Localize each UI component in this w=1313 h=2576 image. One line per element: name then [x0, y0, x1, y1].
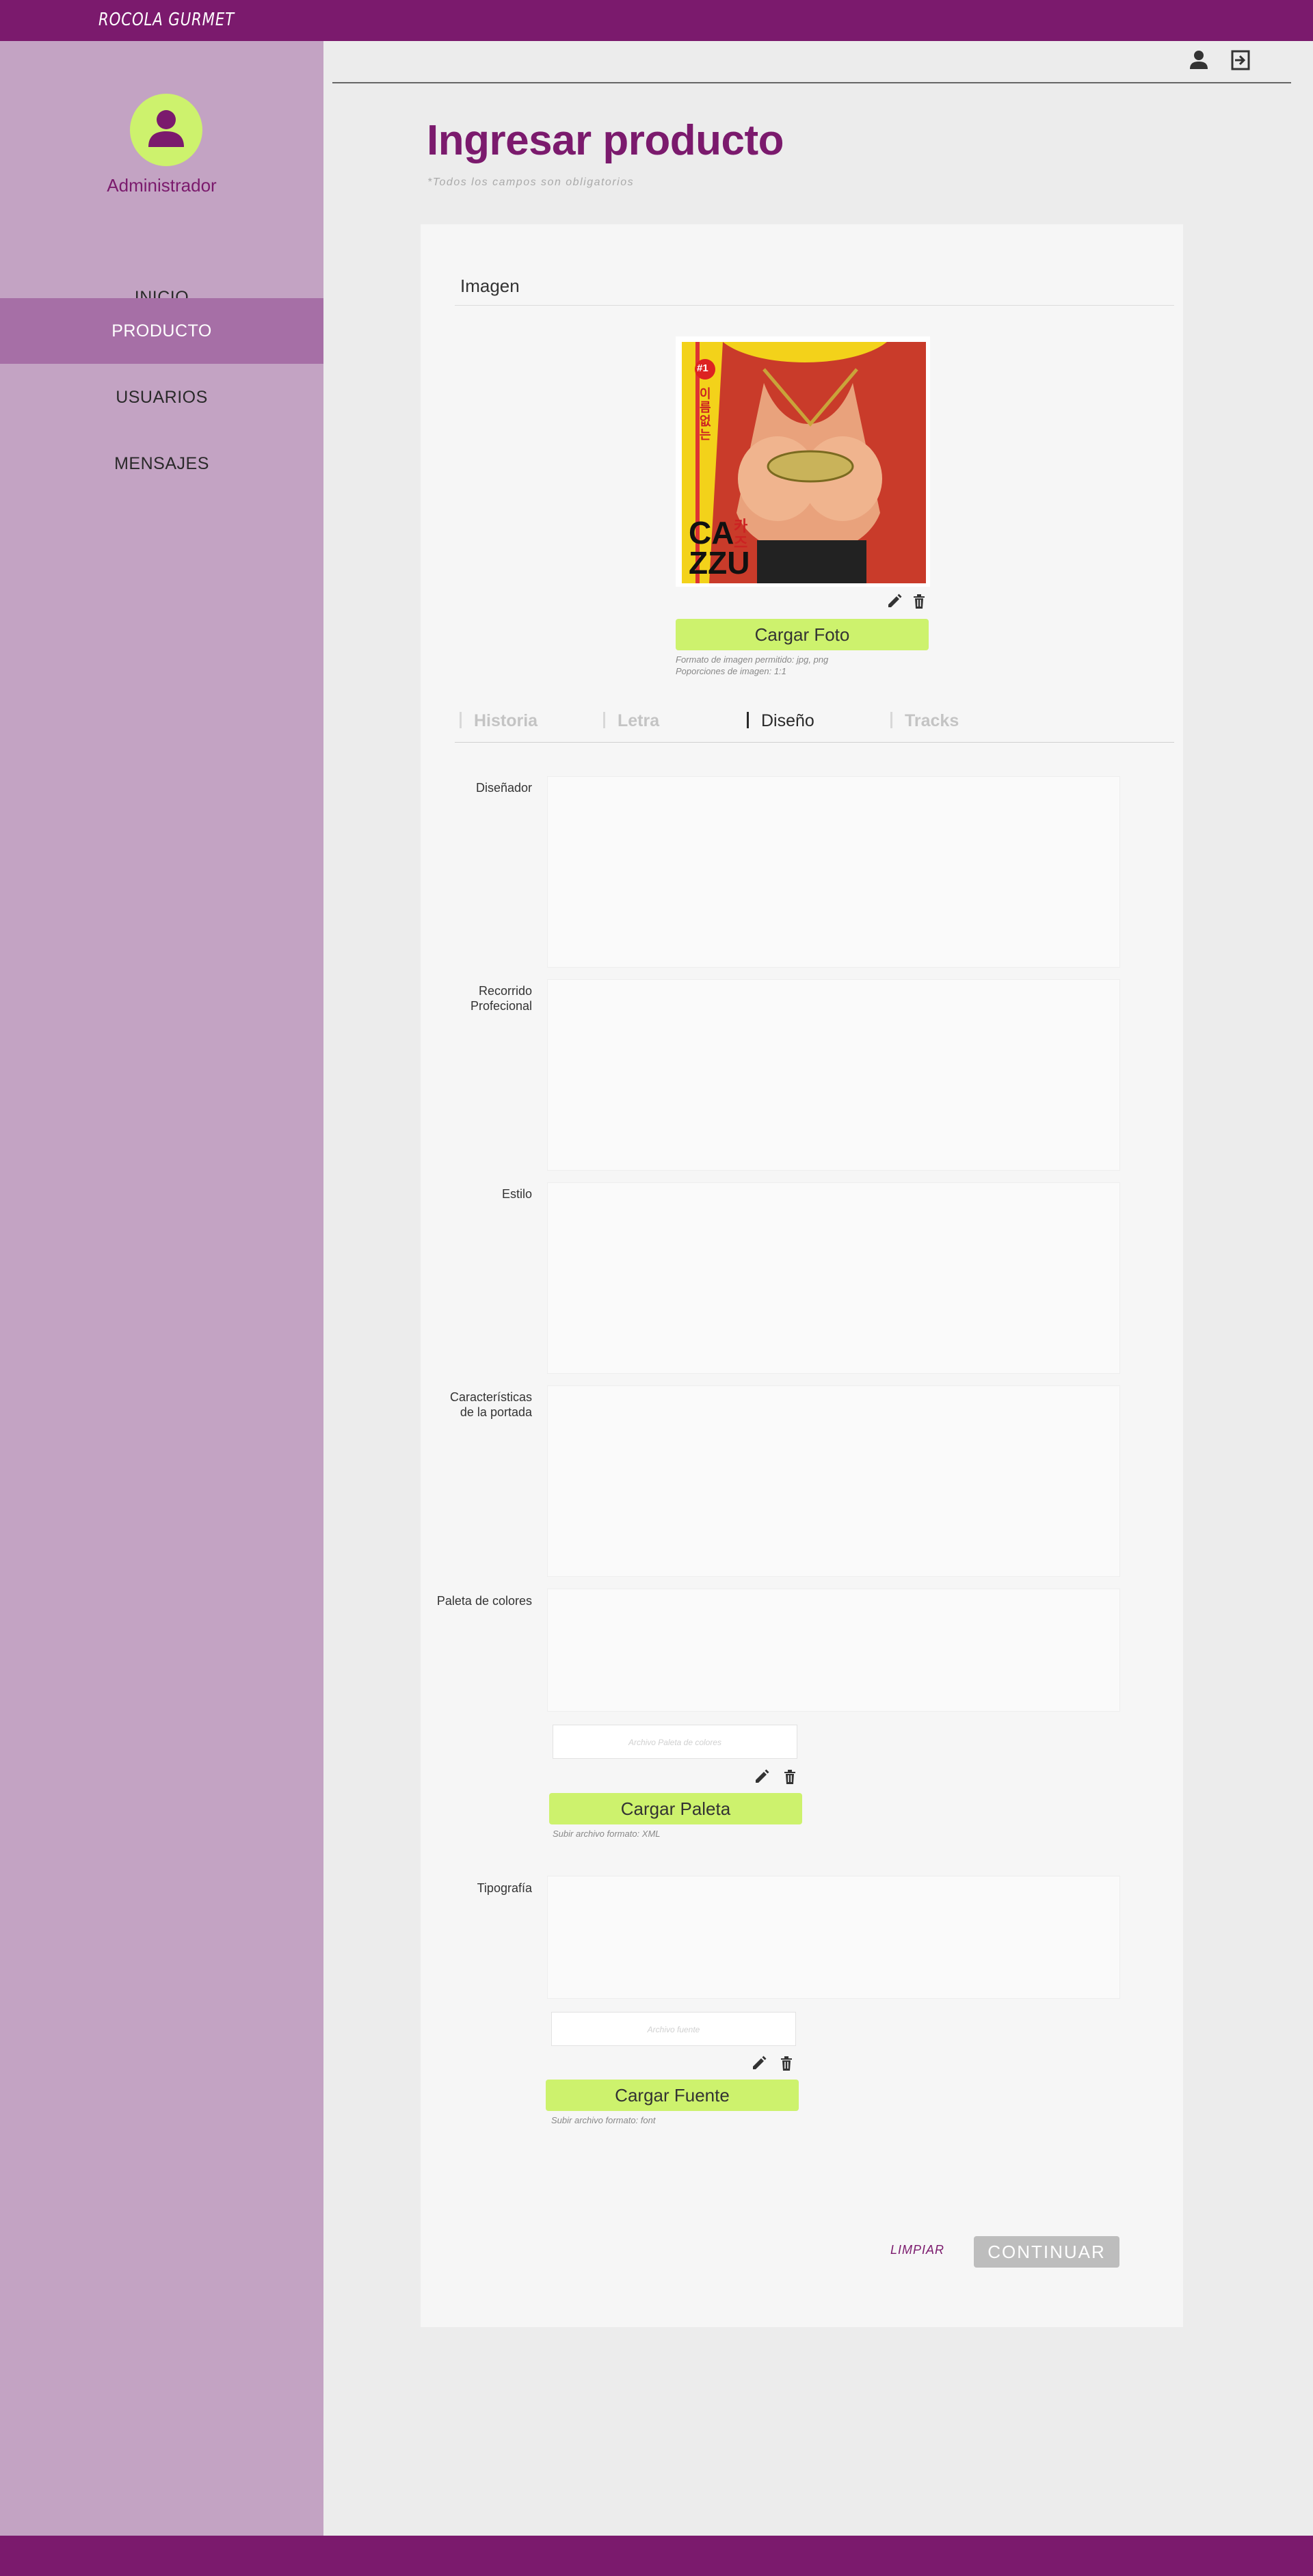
designer-label: Diseñador: [475, 781, 532, 795]
palette-label: Paleta de colores: [436, 1594, 532, 1608]
image-format-hint-line1: Formato de imagen permitido: jpg, png: [676, 654, 829, 665]
cover-features-label-line2: de la portada: [460, 1405, 532, 1419]
sidebar-item-producto[interactable]: PRODUCTO: [0, 298, 323, 364]
palette-format-hint: Subir archivo formato: XML: [553, 1829, 661, 1839]
edit-font-icon[interactable]: [750, 2054, 768, 2072]
tab-label: Historia: [474, 711, 538, 730]
image-ratio-hint: Poporciones de imagen: 1:1: [676, 666, 786, 676]
delete-image-icon[interactable]: [910, 592, 928, 610]
cover-features-textarea[interactable]: [547, 1385, 1120, 1577]
tab-label: Diseño: [761, 711, 814, 730]
page-title: Ingresar producto: [427, 117, 784, 164]
sidebar: Administrador INICIO PRODUCTO USUARIOS M…: [0, 41, 323, 2536]
sidebar-item-usuarios[interactable]: USUARIOS: [0, 364, 323, 430]
cover-features-label-line1: Características: [449, 1390, 532, 1404]
career-textarea[interactable]: [547, 979, 1120, 1171]
font-format-hint: Subir archivo formato: font: [551, 2115, 656, 2125]
edit-palette-icon[interactable]: [753, 1768, 771, 1785]
sidebar-item-mensajes[interactable]: MENSAJES: [0, 431, 323, 496]
delete-font-icon[interactable]: [778, 2054, 795, 2072]
delete-palette-icon[interactable]: [781, 1768, 799, 1785]
header-divider: [332, 82, 1291, 83]
tab-marker: [603, 712, 605, 728]
brand-logo[interactable]: ROCOLA GURMET: [98, 10, 235, 30]
product-cover-image: #1 이름없는 CA ZZU 카즈: [682, 342, 926, 583]
typography-textarea[interactable]: [547, 1876, 1120, 1999]
tab-marker: [890, 712, 892, 728]
style-label: Estilo: [501, 1187, 532, 1201]
avatar: [130, 94, 202, 166]
upload-photo-button[interactable]: Cargar Foto: [676, 619, 929, 650]
edit-image-icon[interactable]: [886, 592, 903, 610]
user-icon[interactable]: [1186, 48, 1211, 72]
top-bar: ROCOLA GURMET: [0, 0, 1313, 41]
tab-tracks[interactable]: Tracks: [890, 711, 959, 731]
tab-diseno[interactable]: Diseño: [747, 711, 814, 731]
cover-side-text: 카즈: [734, 518, 748, 551]
career-label-line1: Recorrido: [478, 984, 532, 998]
typography-label: Tipografía: [477, 1881, 532, 1895]
tab-marker: [460, 712, 462, 728]
clear-button[interactable]: LIMPIAR: [890, 2243, 944, 2257]
tab-marker: [747, 712, 749, 728]
tab-label: Tracks: [905, 711, 959, 730]
tabs-divider: [455, 742, 1174, 743]
palette-file-input[interactable]: Archivo Paleta de colores: [553, 1725, 797, 1759]
upload-font-button[interactable]: Cargar Fuente: [546, 2080, 799, 2111]
cover-features-label: Características de la portada: [423, 1390, 532, 1420]
image-format-hint: Formato de imagen permitido: jpg, png Po…: [676, 654, 828, 677]
user-role: Administrador: [107, 175, 217, 196]
required-note: *Todos los campos son obligatorios: [427, 176, 635, 188]
designer-textarea[interactable]: [547, 776, 1120, 968]
continue-button[interactable]: CONTINUAR: [974, 2236, 1119, 2268]
logout-icon[interactable]: [1228, 48, 1253, 72]
image-section-title: Imagen: [460, 276, 520, 296]
tab-label: Letra: [618, 711, 660, 730]
section-divider: [455, 305, 1174, 306]
cover-korean-title: 이름없는: [700, 387, 711, 442]
tab-historia[interactable]: Historia: [460, 711, 538, 731]
palette-textarea[interactable]: [547, 1589, 1120, 1712]
footer-bar: [0, 2536, 1313, 2576]
career-label-line2: Profecional: [470, 999, 532, 1013]
font-file-input[interactable]: Archivo fuente: [551, 2012, 796, 2046]
cover-title-line2: ZZU: [689, 545, 750, 581]
cover-badge: #1: [697, 362, 708, 374]
career-label: Recorrido Profecional: [423, 983, 532, 1013]
upload-palette-button[interactable]: Cargar Paleta: [549, 1793, 802, 1824]
tab-letra[interactable]: Letra: [603, 711, 659, 731]
cover-title-line1: CA: [689, 515, 734, 550]
style-textarea[interactable]: [547, 1182, 1120, 1374]
user-avatar-icon: [148, 110, 184, 147]
